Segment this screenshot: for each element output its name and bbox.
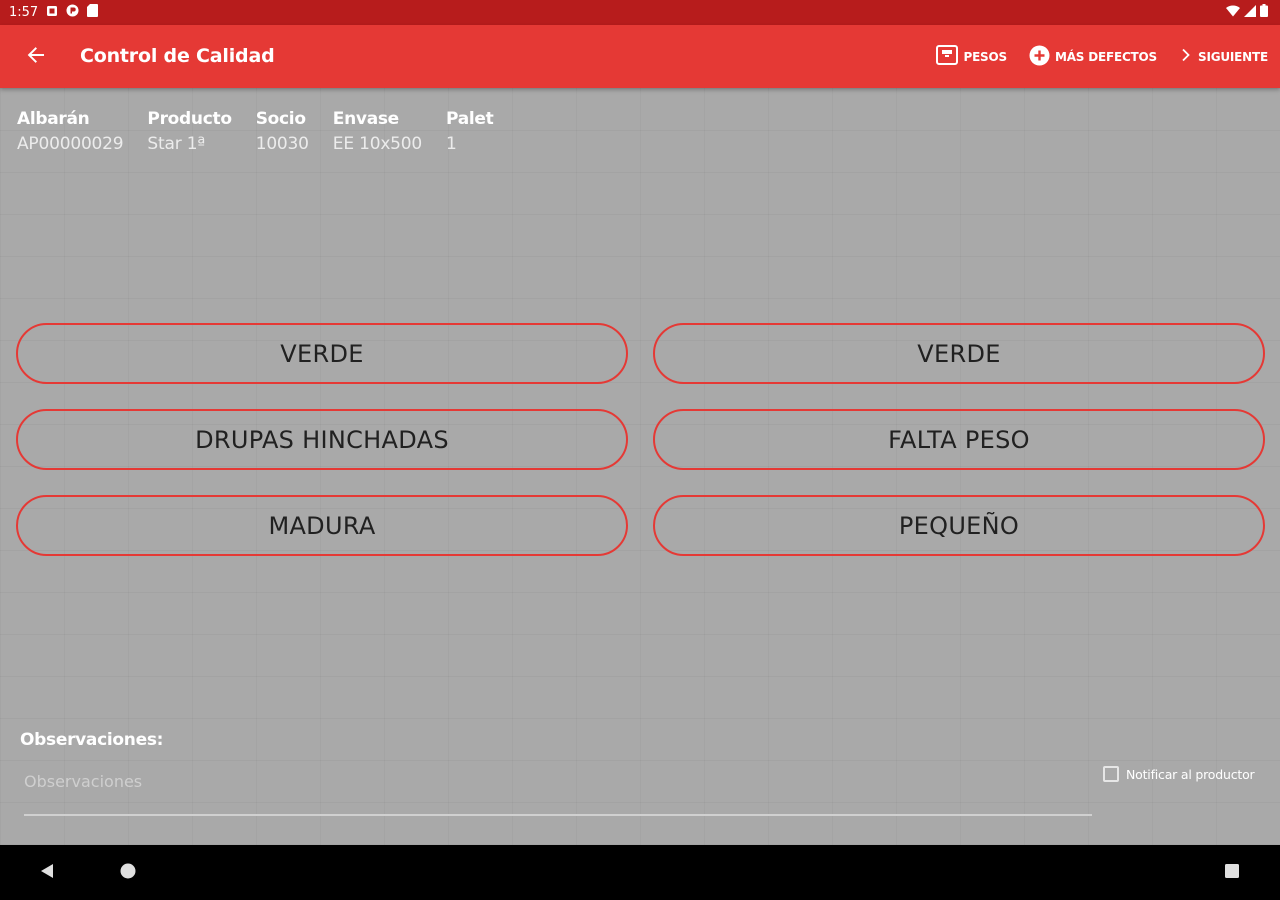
defect-button-pequeno[interactable]: PEQUEÑO xyxy=(653,495,1265,556)
observations-input[interactable] xyxy=(24,766,1092,816)
pesos-button[interactable]: PESOS xyxy=(936,45,1007,68)
arrow-left-icon xyxy=(27,46,45,68)
info-socio: Socio 10030 xyxy=(256,108,309,158)
info-albaran-label: Albarán xyxy=(17,109,90,129)
notify-producer-label: Notificar al productor xyxy=(1126,766,1255,782)
status-time: 1:57 xyxy=(9,5,39,20)
info-producto-label: Producto xyxy=(147,109,232,129)
defect-buttons-grid: VERDE VERDE DRUPAS HINCHADAS FALTA PESO … xyxy=(16,323,1265,556)
mas-defectos-button[interactable]: MÁS DEFECTOS xyxy=(1029,45,1157,69)
status-bar: 1:57 xyxy=(0,0,1280,25)
defect-button-falta-peso[interactable]: FALTA PESO xyxy=(653,409,1265,470)
delivery-info: Albarán AP00000029 Producto Star 1ª Soci… xyxy=(17,108,518,158)
triangle-back-icon xyxy=(39,863,55,883)
info-envase: Envase EE 10x500 xyxy=(333,108,422,158)
app-bar: Control de Calidad PESOS MÁS DEFECTOS SI… xyxy=(0,25,1280,88)
signal-icon xyxy=(1244,4,1256,21)
notification-icon xyxy=(46,5,58,21)
mas-defectos-label: MÁS DEFECTOS xyxy=(1054,49,1157,64)
observations-label: Observaciones: xyxy=(20,730,164,750)
pesos-label: PESOS xyxy=(963,49,1007,64)
defect-button-madura[interactable]: MADURA xyxy=(16,495,628,556)
page-title: Control de Calidad xyxy=(80,45,275,67)
defect-button-drupas-hinchadas[interactable]: DRUPAS HINCHADAS xyxy=(16,409,628,470)
info-envase-value: EE 10x500 xyxy=(332,134,423,154)
defect-button-verde-2[interactable]: VERDE xyxy=(653,323,1265,384)
info-producto: Producto Star 1ª xyxy=(147,108,232,158)
scale-icon xyxy=(936,45,959,68)
back-button[interactable] xyxy=(22,43,50,71)
defect-button-verde[interactable]: VERDE xyxy=(16,323,628,384)
info-palet-label: Palet xyxy=(446,109,494,129)
nav-recents-button[interactable] xyxy=(1207,845,1257,900)
circle-home-icon xyxy=(120,863,136,883)
app-notification-icon xyxy=(66,4,79,21)
status-left: 1:57 xyxy=(9,4,99,21)
info-palet-value: 1 xyxy=(446,134,457,154)
siguiente-label: SIGUIENTE xyxy=(1198,49,1268,64)
wifi-icon xyxy=(1226,4,1240,21)
navigation-bar xyxy=(0,845,1280,900)
chevron-right-icon xyxy=(1179,48,1193,65)
square-recents-icon xyxy=(1224,863,1240,883)
siguiente-button[interactable]: SIGUIENTE xyxy=(1179,48,1268,65)
info-socio-value: 10030 xyxy=(255,134,309,154)
sd-card-icon xyxy=(87,4,99,21)
app-bar-actions: PESOS MÁS DEFECTOS SIGUIENTE xyxy=(936,25,1268,88)
checkbox-box[interactable] xyxy=(1103,766,1119,782)
add-circle-icon xyxy=(1029,45,1050,69)
info-palet: Palet 1 xyxy=(446,108,494,158)
info-envase-label: Envase xyxy=(332,109,399,129)
status-right xyxy=(1226,4,1268,21)
info-socio-label: Socio xyxy=(255,109,306,129)
nav-back-button[interactable] xyxy=(22,845,72,900)
notify-producer-checkbox[interactable]: Notificar al productor xyxy=(1103,766,1255,782)
info-albaran-value: AP00000029 xyxy=(17,134,124,154)
info-producto-value: Star 1ª xyxy=(147,134,206,154)
info-albaran: Albarán AP00000029 xyxy=(17,108,124,158)
battery-icon xyxy=(1260,4,1268,21)
nav-home-button[interactable] xyxy=(103,845,153,900)
